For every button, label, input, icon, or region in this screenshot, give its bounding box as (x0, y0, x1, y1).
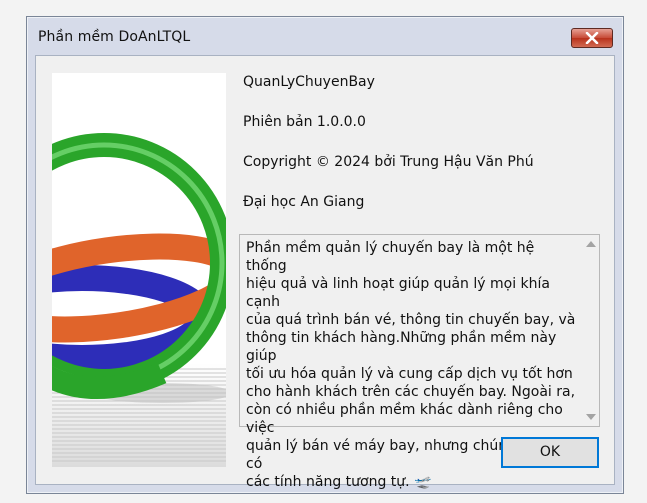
description-textbox[interactable]: Phần mềm quản lý chuyến bay là một hệ th… (239, 234, 600, 490)
window-title: Phần mềm DoAnLTQL (38, 29, 191, 45)
version-label: Phiên bản 1.0.0.0 (243, 114, 366, 130)
product-name: QuanLyChuyenBay (243, 74, 375, 90)
ok-button[interactable]: OK (501, 437, 599, 468)
copyright-label: Copyright © 2024 bởi Trung Hậu Văn Phú (243, 154, 534, 170)
scroll-up-icon[interactable] (586, 241, 596, 247)
close-button[interactable] (571, 28, 613, 48)
rings-logo (52, 73, 226, 467)
scroll-down-icon[interactable] (586, 414, 596, 420)
title-bar[interactable]: Phần mềm DoAnLTQL (27, 17, 623, 55)
description-scrollbar[interactable] (582, 235, 599, 426)
close-icon (585, 32, 599, 44)
about-dialog: Phần mềm DoAnLTQL QuanLyChuyenBay Phiên … (26, 16, 624, 494)
company-label: Đại học An Giang (243, 194, 365, 210)
dialog-client-area: QuanLyChuyenBay Phiên bản 1.0.0.0 Copyri… (35, 55, 615, 490)
